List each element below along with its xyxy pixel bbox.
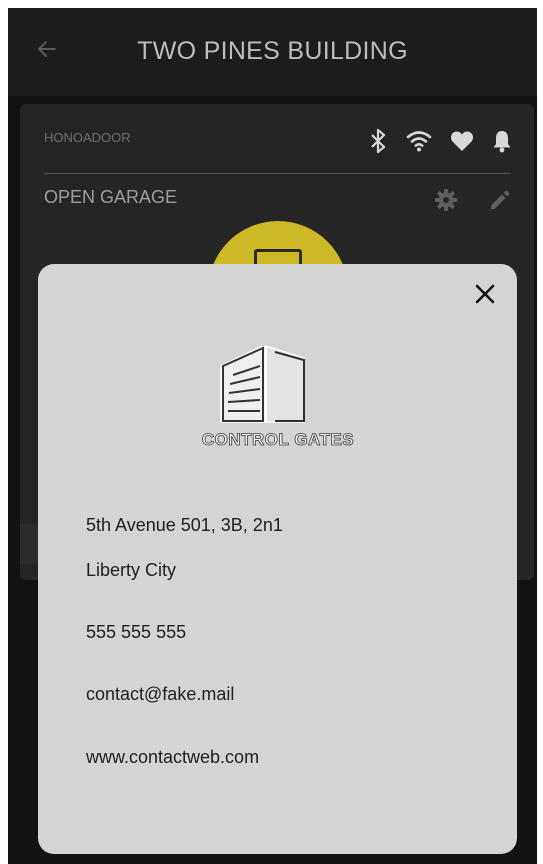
divider [44, 173, 510, 174]
contact-info-modal: CONTROL GATES 5th Avenue 501, 3B, 2n1 Li… [38, 264, 517, 854]
wifi-icon [406, 130, 432, 157]
gear-icon[interactable] [434, 188, 458, 217]
pencil-icon[interactable] [488, 188, 512, 217]
phone-number[interactable]: 555 555 555 [86, 622, 186, 643]
close-button[interactable] [471, 282, 499, 310]
logo-text: CONTROL GATES [201, 430, 355, 450]
website-link[interactable]: www.contactweb.com [86, 747, 259, 768]
company-logo: CONTROL GATES [188, 344, 368, 456]
heart-icon[interactable] [450, 130, 474, 157]
bell-icon[interactable] [492, 129, 512, 158]
status-icons [368, 128, 512, 159]
action-label: OPEN GARAGE [44, 187, 178, 207]
device-name: HONOADOOR [44, 130, 131, 145]
bluetooth-icon [368, 128, 388, 159]
page-title: TWO PINES BUILDING [137, 37, 408, 65]
address-line-1: 5th Avenue 501, 3B, 2n1 [86, 515, 283, 535]
close-icon [474, 283, 496, 310]
email-link[interactable]: contact@fake.mail [86, 684, 234, 705]
building-logo-icon [220, 344, 305, 423]
action-icons [434, 188, 512, 217]
app-screen: TWO PINES BUILDING HONOADOOR OPEN GARAGE… [8, 8, 537, 864]
address-line-2: Liberty City [86, 560, 177, 580]
app-bar: TWO PINES BUILDING [8, 8, 537, 96]
